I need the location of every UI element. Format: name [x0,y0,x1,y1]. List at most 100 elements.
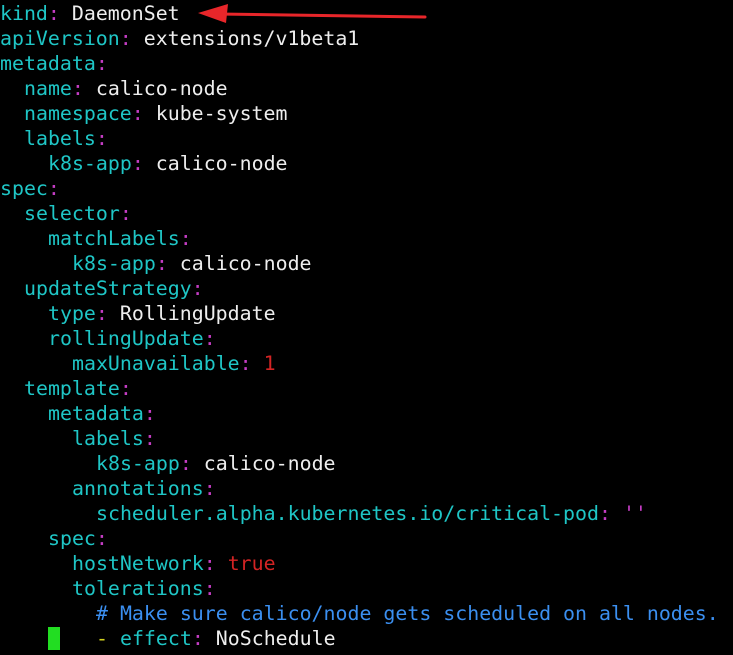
yaml-colon: : [191,277,204,300]
yaml-key: selector [24,202,120,225]
yaml-space [611,502,623,525]
yaml-colon: : [95,127,108,150]
yaml-value: calico-node [179,252,312,275]
yaml-space [144,152,156,175]
yaml-space [108,627,120,650]
yaml-key: apiVersion [0,27,120,50]
yaml-line: type: RollingUpdate [48,301,276,326]
yaml-key: k8s-app [72,252,156,275]
yaml-key: template [24,377,120,400]
yaml-colon: : [598,502,611,525]
yaml-comment: # Make sure calico/node gets scheduled o… [96,602,719,625]
yaml-value: extensions/v1beta1 [143,27,360,50]
yaml-line: selector: [24,201,132,226]
yaml-line: kind: DaemonSet [0,1,180,26]
yaml-space [252,352,264,375]
yaml-value: kube-system [155,102,288,125]
yaml-colon: : [191,627,204,650]
yaml-line: k8s-app: calico-node [96,451,336,476]
yaml-line: k8s-app: calico-node [72,251,312,276]
yaml-colon: : [179,227,192,250]
yaml-key: type [48,302,96,325]
yaml-key: spec [48,527,96,550]
yaml-line: rollingUpdate: [48,326,216,351]
yaml-key: effect [119,627,192,650]
yaml-line: metadata: [0,51,108,76]
yaml-colon: : [71,77,84,100]
yaml-key: matchLabels [48,227,180,250]
yaml-value: RollingUpdate [119,302,276,325]
yaml-line: apiVersion: extensions/v1beta1 [0,26,359,51]
yaml-colon: : [155,252,168,275]
yaml-line: tolerations: [72,576,216,601]
yaml-colon: : [143,402,156,425]
yaml-key: rollingUpdate [48,327,204,350]
yaml-colon: : [95,302,108,325]
yaml-value: true [227,552,276,575]
yaml-key: metadata [48,402,144,425]
yaml-space [144,102,156,125]
yaml-line: annotations: [72,476,216,501]
yaml-space [168,252,180,275]
yaml-value: '' [622,502,647,525]
yaml-key: updateStrategy [24,277,192,300]
yaml-value: 1 [263,352,276,375]
yaml-value: DaemonSet [71,2,180,25]
yaml-line: template: [24,376,132,401]
yaml-list-dash: - [96,627,108,650]
yaml-key: scheduler.alpha.kubernetes.io/critical-p… [96,502,599,525]
yaml-key: name [24,77,72,100]
yaml-colon: : [203,477,216,500]
yaml-colon: : [119,27,132,50]
yaml-line: spec: [48,526,108,551]
yaml-value: NoSchedule [215,627,336,650]
yaml-line: matchLabels: [48,226,192,251]
yaml-line: k8s-app: calico-node [48,151,288,176]
terminal-window[interactable]: kind: DaemonSet apiVersion: extensions/v1… [0,1,733,655]
yaml-line: spec: [0,176,60,201]
yaml-key: annotations [72,477,204,500]
yaml-value: calico-node [155,152,288,175]
yaml-key: labels [72,427,144,450]
yaml-colon: : [203,552,216,575]
yaml-line: - effect: NoSchedule [96,626,336,651]
yaml-key: metadata [0,52,96,75]
yaml-colon: : [203,577,216,600]
yaml-key: k8s-app [96,452,180,475]
text-cursor [48,627,60,650]
yaml-line: maxUnavailable: 1 [72,351,276,376]
yaml-space [84,77,96,100]
yaml-space [132,27,144,50]
yaml-space [204,627,216,650]
yaml-colon: : [143,427,156,450]
yaml-line: metadata: [48,401,156,426]
yaml-key: k8s-app [48,152,132,175]
yaml-line: labels: [72,426,156,451]
yaml-colon: : [203,327,216,350]
yaml-colon: : [95,52,108,75]
yaml-colon: : [131,152,144,175]
yaml-colon: : [131,102,144,125]
yaml-key: hostNetwork [72,552,204,575]
yaml-key: kind [0,2,48,25]
yaml-space [60,2,72,25]
yaml-line: scheduler.alpha.kubernetes.io/critical-p… [96,501,647,526]
yaml-value: calico-node [95,77,228,100]
yaml-colon: : [47,2,60,25]
yaml-key: spec [0,177,48,200]
yaml-space [192,452,204,475]
yaml-line: updateStrategy: [24,276,204,301]
yaml-line: name: calico-node [24,76,228,101]
yaml-colon: : [239,352,252,375]
yaml-key: maxUnavailable [72,352,240,375]
yaml-colon: : [47,177,60,200]
yaml-line: # Make sure calico/node gets scheduled o… [96,601,719,626]
yaml-line: labels: [24,126,108,151]
yaml-key: tolerations [72,577,204,600]
yaml-value: calico-node [203,452,336,475]
yaml-key: namespace [24,102,132,125]
yaml-line: namespace: kube-system [24,101,287,126]
yaml-colon: : [119,202,132,225]
yaml-space [108,302,120,325]
yaml-line: hostNetwork: true [72,551,276,576]
